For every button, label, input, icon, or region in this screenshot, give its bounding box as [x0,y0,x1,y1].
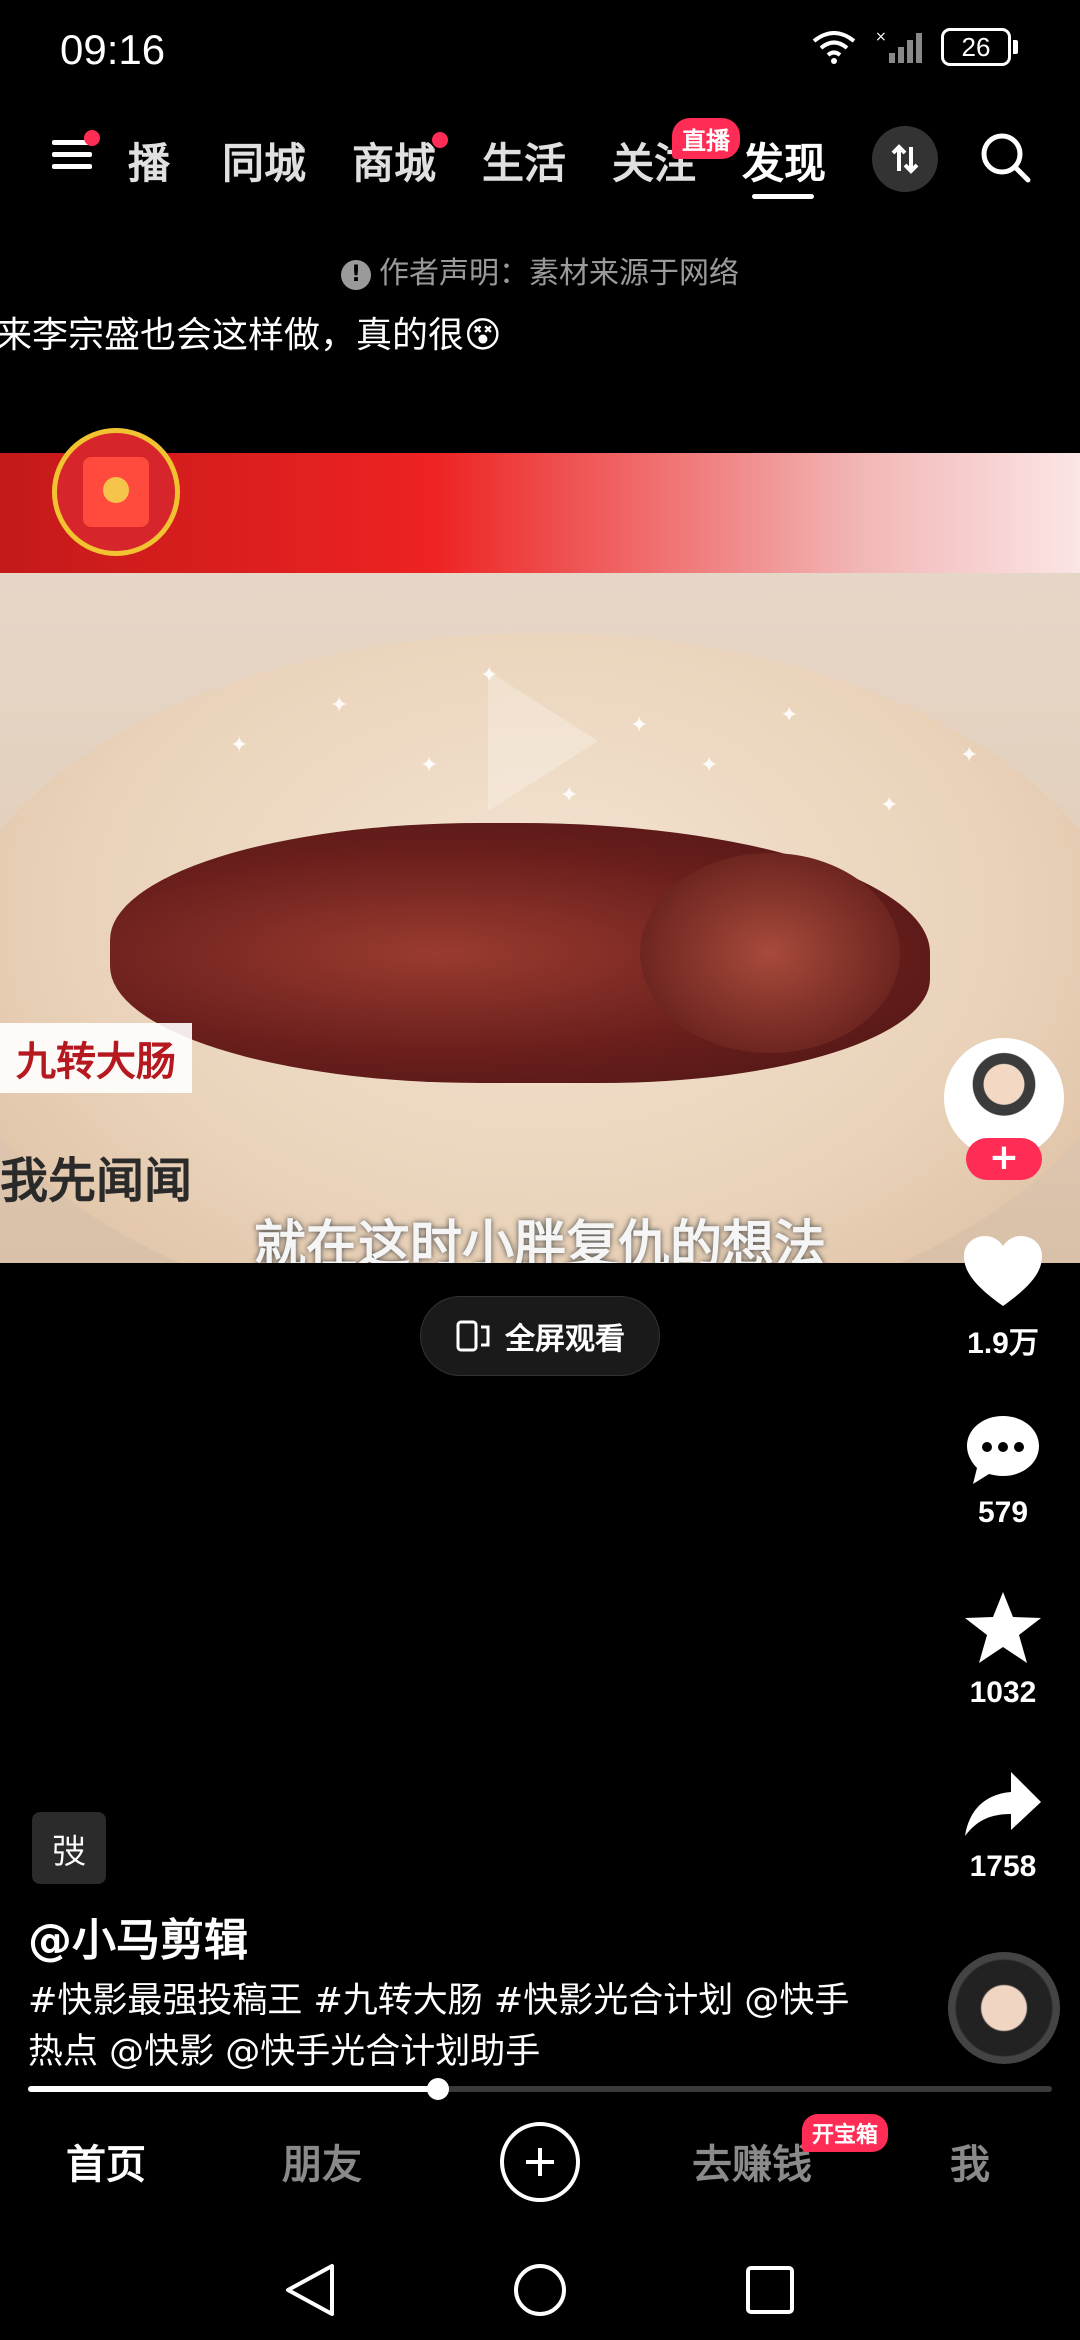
bottom-tab-bar: 首页 朋友 去赚钱 开宝箱 我 [0,2110,1080,2220]
status-time: 09:16 [60,26,166,73]
search-icon[interactable] [978,130,1034,186]
favorite-count: 1032 [969,1676,1037,1709]
tag-chip[interactable]: 弢 [32,1812,106,1884]
progress-handle[interactable] [426,2078,449,2100]
active-tab-indicator [752,194,814,199]
tab-tongcheng[interactable]: 同城 [222,130,306,191]
battery-icon: 26 [941,28,1018,66]
red-envelope-icon[interactable] [52,428,180,556]
warning-icon: ! [341,259,371,290]
comment-icon [967,1416,1039,1484]
shangcheng-dot [432,132,448,148]
earn-badge: 开宝箱 [802,2114,889,2152]
author-name[interactable]: @小马剪辑 [28,1904,248,1968]
home-icon[interactable] [512,2262,568,2318]
comment-action[interactable]: 579 [938,1412,1068,1530]
video-caption-label: 九转大肠 [0,1023,192,1093]
cell-signal-icon: × [875,29,922,63]
fullscreen-icon [456,1320,490,1352]
heart-icon [964,1236,1042,1306]
video-player[interactable]: ✦ ✦ ✦ ✦ ✦ ✦ ✦ ✦ ✦ ✦ 九转大肠 我先闻闻 就在这时小胖复仇的想… [0,453,1080,1263]
back-icon[interactable] [282,2260,338,2320]
tab-me[interactable]: 我 [950,2132,990,2190]
share-count: 1758 [969,1850,1037,1883]
tab-shenghuo[interactable]: 生活 [482,130,566,191]
recents-icon[interactable] [744,2264,796,2316]
author-notice: ! 作者声明：素材来源于网络 [0,248,1080,292]
video-title: 来李宗盛也会这样做，真的很😵 [0,315,502,356]
like-action[interactable]: 1.9万 [938,1234,1068,1362]
battery-level: 26 [941,28,1011,66]
tab-shangcheng[interactable]: 商城 [352,130,436,191]
tab-friends[interactable]: 朋友 [282,2132,362,2190]
top-nav: 播 同城 商城 生活 关注 直播 发现 [0,110,1080,200]
menu-button[interactable] [48,130,100,180]
plus-icon [526,2148,554,2176]
tab-live-partial[interactable]: 播 [128,130,170,191]
like-count: 1.9万 [967,1327,1039,1360]
create-button[interactable] [500,2122,580,2202]
share-action[interactable]: 1758 [938,1770,1068,1884]
tab-earn[interactable]: 去赚钱 [692,2132,812,2190]
status-icons: × 26 [811,28,1018,66]
progress-fill [28,2086,438,2092]
video-caption-left: 我先闻闻 [0,1153,193,1209]
video-progress-bar[interactable] [28,2078,1052,2100]
comment-count: 579 [977,1496,1029,1529]
fullscreen-button[interactable]: 全屏观看 [420,1296,660,1376]
wifi-icon [812,31,856,64]
system-nav-bar [0,2240,1080,2340]
fullscreen-label: 全屏观看 [505,1322,625,1357]
follow-button[interactable]: + [966,1138,1042,1180]
music-disc-icon[interactable] [948,1952,1060,2064]
star-icon [965,1592,1041,1663]
share-icon [965,1772,1041,1836]
video-subtitle: 就在这时小胖复仇的想法 [253,1216,826,1263]
play-overlay-icon [488,671,598,811]
author-notice-text: 作者声明：素材来源于网络 [379,256,739,291]
swap-icon[interactable] [872,126,938,192]
menu-notification-dot [84,130,100,146]
live-badge: 直播 [672,118,740,159]
post-description[interactable]: #快影最强投稿王 #九转大肠 #快影光合计划 @快手热点 @快影 @快手光合计划… [28,1976,868,2078]
svg-text:×: × [875,29,887,45]
tab-faxian[interactable]: 发现 [742,130,826,191]
status-bar: 09:16 × 26 [0,0,1080,100]
tab-home[interactable]: 首页 [66,2132,146,2190]
favorite-action[interactable]: 1032 [938,1590,1068,1710]
